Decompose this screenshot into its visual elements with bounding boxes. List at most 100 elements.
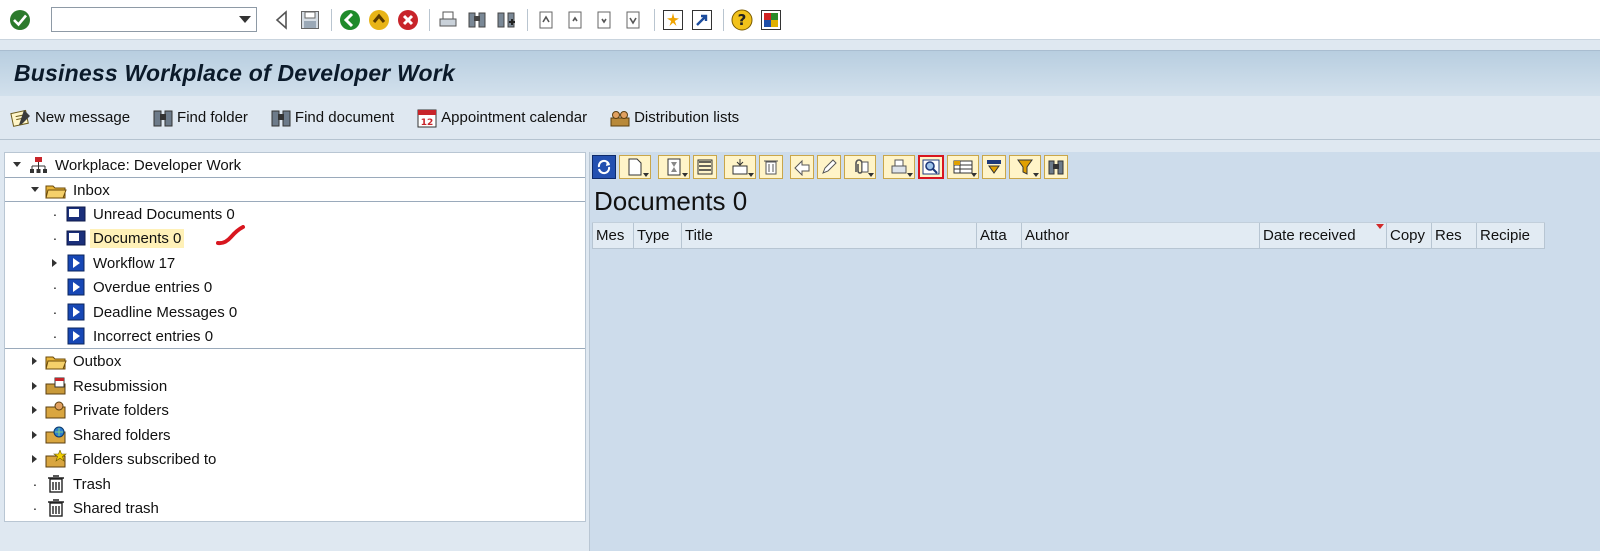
tree-item-deadline-messages[interactable]: · Deadline Messages 0 [5, 300, 585, 324]
sort-button[interactable] [982, 155, 1006, 179]
new-window-icon [663, 9, 683, 30]
checkmark-icon [10, 9, 30, 30]
tree-item-shared-trash[interactable]: · Shared trash [5, 496, 585, 520]
refresh-icon [597, 159, 611, 175]
caret-right-icon[interactable] [29, 429, 41, 441]
document-list-icon [65, 228, 87, 248]
attach-button[interactable] [844, 155, 876, 179]
cancel-button[interactable] [396, 8, 420, 32]
sort-icon [987, 160, 1001, 174]
layout-button[interactable] [947, 155, 979, 179]
caret-right-icon[interactable] [29, 355, 41, 367]
last-page-button[interactable] [621, 8, 645, 32]
find-folder-button[interactable]: Find folder [152, 108, 248, 128]
red-cancel-icon [398, 9, 418, 30]
tree-item-overdue-entries[interactable]: · Overdue entries 0 [5, 275, 585, 299]
tree-item-unread-documents[interactable]: · Unread Documents 0 [5, 202, 585, 226]
move-folder-icon [732, 159, 748, 175]
edit-button[interactable] [817, 155, 841, 179]
command-field[interactable] [51, 7, 257, 32]
tree-item-outbox[interactable]: Outbox [5, 349, 585, 373]
annotation-checkmark-icon [216, 225, 245, 246]
column-header-title[interactable]: Title [682, 223, 977, 248]
exit-button[interactable] [367, 8, 391, 32]
tree-item-trash[interactable]: · Trash [5, 472, 585, 496]
tree-private-folders-label: Private folders [73, 401, 169, 419]
delete-button[interactable] [759, 155, 783, 179]
customize-layout-button[interactable] [759, 8, 783, 32]
document-list-icon [65, 204, 87, 224]
svg-text:?: ? [738, 11, 747, 29]
first-page-button[interactable] [534, 8, 558, 32]
refresh-button[interactable] [592, 155, 616, 179]
column-header-copy[interactable]: Copy [1387, 223, 1432, 248]
trash-icon [45, 498, 67, 518]
tree-item-private-folders[interactable]: Private folders [5, 398, 585, 422]
trash-icon [45, 474, 67, 494]
find-document-button[interactable]: Find document [270, 108, 394, 128]
tree-item-workflow[interactable]: Workflow 17 [5, 251, 585, 275]
print-document-button[interactable] [883, 155, 915, 179]
forward-button[interactable] [790, 155, 814, 179]
workflow-icon [65, 326, 87, 346]
caret-down-icon[interactable] [29, 184, 41, 196]
previous-page-button[interactable] [563, 8, 587, 32]
binoculars-icon [271, 110, 291, 126]
column-header-res[interactable]: Res [1432, 223, 1477, 248]
tree-item-shared-folders[interactable]: Shared folders [5, 423, 585, 447]
create-document-button[interactable] [619, 155, 651, 179]
binoculars-icon [153, 110, 173, 126]
tree-incorrect-entries-label: Incorrect entries 0 [93, 327, 214, 345]
column-header-date-received[interactable]: Date received [1260, 223, 1387, 248]
tree-item-inbox[interactable]: Inbox [5, 178, 585, 202]
new-message-button[interactable]: New message [10, 108, 130, 128]
new-message-icon [10, 109, 30, 127]
print-button[interactable] [436, 8, 460, 32]
find-next-button[interactable] [494, 8, 518, 32]
move-button[interactable] [724, 155, 756, 179]
tree-root-workplace[interactable]: Workplace: Developer Work [5, 153, 585, 177]
column-header-recipient[interactable]: Recipie [1477, 223, 1545, 248]
filter-button[interactable] [1009, 155, 1041, 179]
find-button[interactable] [465, 8, 489, 32]
tree-item-incorrect-entries[interactable]: · Incorrect entries 0 [5, 324, 585, 348]
caret-right-icon[interactable] [49, 257, 61, 269]
back-button[interactable] [338, 8, 362, 32]
tree-item-folders-subscribed[interactable]: Folders subscribed to [5, 447, 585, 471]
details-button[interactable] [918, 155, 944, 179]
caret-right-icon[interactable] [29, 404, 41, 416]
page-first-icon [539, 11, 553, 28]
tree-item-resubmission[interactable]: Resubmission [5, 374, 585, 398]
chevron-down-icon[interactable] [237, 13, 253, 27]
find-in-list-button[interactable] [1044, 155, 1068, 179]
print-list-button[interactable] [693, 155, 717, 179]
tree-item-documents[interactable]: · Documents 0 [5, 226, 585, 250]
hourglass-doc-icon [667, 158, 681, 176]
column-header-type[interactable]: Type [634, 223, 682, 248]
appointment-calendar-button[interactable]: 12 Appointment calendar [416, 108, 587, 128]
printer-icon [439, 11, 457, 26]
binoculars-icon [1048, 160, 1064, 175]
caret-right-icon[interactable] [29, 453, 41, 465]
command-input[interactable] [55, 9, 235, 30]
layout-icon [761, 9, 781, 30]
help-button[interactable]: ? [730, 8, 754, 32]
new-session-button[interactable] [661, 8, 685, 32]
caret-right-icon[interactable] [29, 380, 41, 392]
next-page-button[interactable] [592, 8, 616, 32]
title-bar: Business Workplace of Developer Work [0, 50, 1600, 96]
column-header-attachments[interactable]: Atta [977, 223, 1022, 248]
save-button[interactable] [298, 8, 322, 32]
document-display-button[interactable] [658, 155, 690, 179]
tree-workflow-label: Workflow 17 [93, 254, 176, 272]
column-header-author[interactable]: Author [1022, 223, 1260, 248]
shortcut-button[interactable] [690, 8, 714, 32]
triangle-left-icon [275, 9, 287, 30]
back-arrow-button[interactable] [269, 8, 293, 32]
distribution-lists-button[interactable]: Distribution lists [609, 108, 739, 128]
enter-checkmark-button[interactable] [8, 8, 32, 32]
find-folder-label: Find folder [177, 109, 248, 126]
svg-text:12: 12 [421, 118, 434, 128]
column-header-mes[interactable]: Mes [592, 223, 634, 248]
caret-down-icon[interactable] [11, 159, 23, 171]
